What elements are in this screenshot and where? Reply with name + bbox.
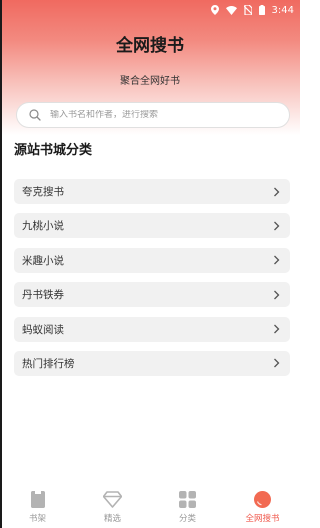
chevron-right-icon [273,255,280,265]
category-item-miqu[interactable]: 米趣小说 [14,247,290,273]
search-bar[interactable] [16,102,290,128]
chevron-right-icon [273,187,280,197]
app-screen: 3:44 全网搜书 聚合全网好书 源站书城分类 夸克搜书 九桃小说 米趣小说 丹… [0,0,300,528]
tab-label: 分类 [178,514,196,524]
bookshelf-icon [30,488,46,510]
tab-bookshelf[interactable]: 书架 [0,486,75,524]
category-label: 热门排行榜 [22,357,75,370]
category-item-mayi[interactable]: 蚂蚁阅读 [14,316,290,342]
category-item-jiutao[interactable]: 九桃小说 [14,213,290,239]
clock: 3:44 [271,4,294,16]
page-subtitle: 聚合全网好书 [120,76,180,87]
search-globe-icon [253,488,272,510]
location-icon [210,5,219,15]
chevron-right-icon [273,324,280,334]
category-item-quark[interactable]: 夸克搜书 [14,179,290,204]
page-title: 全网搜书 [116,36,184,56]
grid-icon [179,488,196,510]
category-label: 丹书铁券 [22,289,64,302]
section-title: 源站书城分类 [14,143,93,158]
category-label: 蚂蚁阅读 [22,323,64,336]
chevron-right-icon [273,290,280,300]
category-item-ranking[interactable]: 热门排行榜 [14,350,290,376]
tab-label: 精选 [103,514,121,524]
tab-featured[interactable]: 精选 [75,486,150,524]
category-label: 米趣小说 [22,254,64,267]
tab-label: 全网搜书 [245,514,280,524]
category-label: 夸克搜书 [22,186,64,198]
tab-label: 书架 [28,514,46,524]
tab-categories[interactable]: 分类 [150,486,225,524]
no-sim-icon [243,5,252,15]
diamond-icon [103,488,122,510]
tab-search-all[interactable]: 全网搜书 [225,486,300,524]
category-item-danshu[interactable]: 丹书铁券 [14,282,290,308]
category-label: 九桃小说 [22,220,64,233]
wifi-icon [225,5,237,15]
status-bar: 3:44 [0,0,300,20]
bottom-tab-bar: 书架 精选 分类 全网搜书 [0,486,300,528]
chevron-right-icon [273,358,280,368]
category-list: 夸克搜书 九桃小说 米趣小说 丹书铁券 蚂蚁阅读 热门排行榜 [14,179,290,385]
battery-icon [258,5,265,15]
chevron-right-icon [273,221,280,231]
search-input[interactable] [50,110,270,120]
search-icon [29,109,41,121]
